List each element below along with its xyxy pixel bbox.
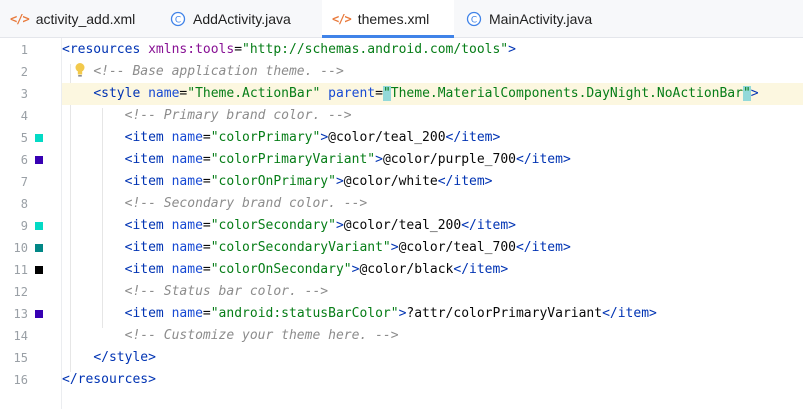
line-number: 6 bbox=[20, 153, 28, 167]
line-number: 12 bbox=[13, 285, 28, 299]
line-number: 9 bbox=[20, 219, 28, 233]
code-area[interactable]: <resources xmlns:tools="http://schemas.a… bbox=[62, 38, 803, 409]
code-line[interactable]: <item name="colorSecondary">@color/teal_… bbox=[62, 215, 803, 237]
code-line[interactable]: </resources> bbox=[62, 369, 803, 391]
line-number: 13 bbox=[13, 307, 28, 321]
tab-themes-xml[interactable]: </> themes.xml bbox=[322, 0, 454, 38]
code-line[interactable]: </style> bbox=[62, 347, 803, 369]
code-line[interactable]: <!-- Status bar color. --> bbox=[62, 281, 803, 303]
line-number: 15 bbox=[13, 351, 28, 365]
code-line[interactable]: <item name="colorPrimaryVariant">@color/… bbox=[62, 149, 803, 171]
line-number: 5 bbox=[20, 131, 28, 145]
color-swatch-icon[interactable] bbox=[35, 266, 43, 274]
code-line[interactable]: <item name="android:statusBarColor">?att… bbox=[62, 303, 803, 325]
color-swatch-icon[interactable] bbox=[35, 310, 43, 318]
code-line[interactable]: <item name="colorPrimary">@color/teal_20… bbox=[62, 127, 803, 149]
tab-label: activity_add.xml bbox=[35, 10, 136, 27]
tab-mainactivity-java[interactable]: C MainActivity.java bbox=[456, 0, 616, 37]
tab-addactivity-java[interactable]: C AddActivity.java bbox=[160, 0, 320, 37]
color-swatch-icon[interactable] bbox=[35, 244, 43, 252]
xml-file-icon: </> bbox=[10, 11, 30, 26]
line-number: 8 bbox=[20, 197, 28, 211]
code-line-current[interactable]: <style name="Theme.ActionBar" parent="Th… bbox=[62, 83, 803, 105]
editor-tab-bar: </> activity_add.xml C AddActivity.java … bbox=[0, 0, 803, 38]
line-number-gutter: 1 2 3 4 5 6 7 8 9 10 11 12 13 14 15 16 bbox=[0, 38, 62, 409]
color-swatch-icon[interactable] bbox=[35, 156, 43, 164]
code-editor[interactable]: 1 2 3 4 5 6 7 8 9 10 11 12 13 14 15 16 <… bbox=[0, 38, 803, 409]
line-number: 16 bbox=[13, 373, 28, 387]
code-line[interactable]: <!-- Secondary brand color. --> bbox=[62, 193, 803, 215]
line-number: 14 bbox=[13, 329, 28, 343]
tab-label: MainActivity.java bbox=[489, 10, 593, 27]
line-number: 10 bbox=[13, 241, 28, 255]
code-line[interactable]: <item name="colorSecondaryVariant">@colo… bbox=[62, 237, 803, 259]
code-line[interactable]: <!-- Base application theme. --> bbox=[62, 61, 803, 83]
tab-label: AddActivity.java bbox=[193, 10, 291, 27]
line-number: 4 bbox=[20, 109, 28, 123]
java-class-icon: C bbox=[170, 11, 186, 27]
java-class-icon: C bbox=[466, 11, 482, 27]
code-line[interactable]: <!-- Customize your theme here. --> bbox=[62, 325, 803, 347]
line-number: 2 bbox=[20, 65, 28, 79]
line-number: 1 bbox=[20, 43, 28, 57]
xml-file-icon: </> bbox=[332, 11, 352, 26]
tab-activity-add-xml[interactable]: </> activity_add.xml bbox=[0, 0, 158, 37]
code-line[interactable]: <item name="colorOnPrimary">@color/white… bbox=[62, 171, 803, 193]
lightbulb-icon[interactable] bbox=[74, 62, 86, 82]
code-line[interactable]: <item name="colorOnSecondary">@color/bla… bbox=[62, 259, 803, 281]
color-swatch-icon[interactable] bbox=[35, 134, 43, 142]
line-number: 7 bbox=[20, 175, 28, 189]
svg-text:C: C bbox=[175, 15, 181, 25]
line-number: 11 bbox=[13, 263, 28, 277]
color-swatch-icon[interactable] bbox=[35, 222, 43, 230]
bracket-match-highlight: " bbox=[742, 86, 751, 101]
svg-text:C: C bbox=[471, 15, 477, 25]
bracket-match-highlight: " bbox=[382, 86, 391, 101]
tab-label: themes.xml bbox=[357, 10, 430, 27]
code-line[interactable]: <resources xmlns:tools="http://schemas.a… bbox=[62, 39, 803, 61]
code-line[interactable]: <!-- Primary brand color. --> bbox=[62, 105, 803, 127]
line-number: 3 bbox=[20, 87, 28, 101]
